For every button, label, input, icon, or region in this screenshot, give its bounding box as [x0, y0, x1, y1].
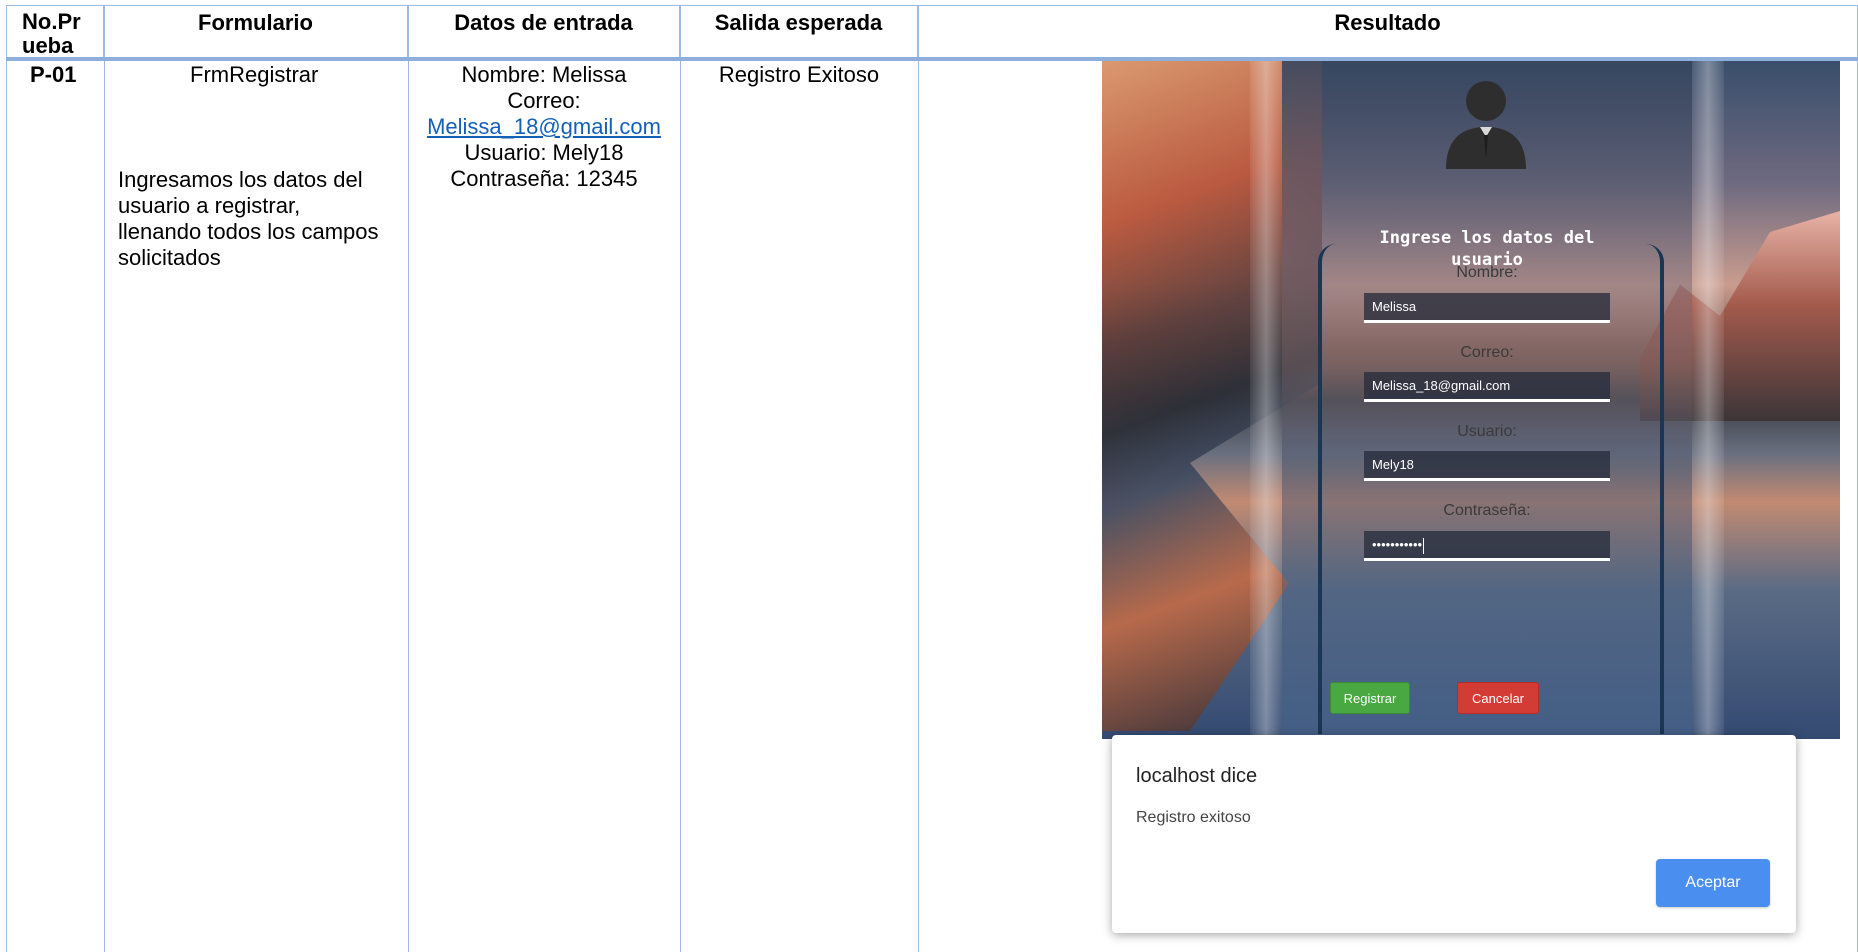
column-divider: [680, 5, 681, 952]
label-nombre: Nombre:: [1456, 264, 1518, 281]
contrasena-masked-value: •••••••••••: [1372, 537, 1423, 552]
form-title-line: Ingrese los datos del: [1379, 228, 1595, 248]
input-usuario: Usuario: Mely18: [464, 140, 624, 165]
header-datos-entrada: Datos de entrada: [408, 5, 680, 57]
input-nombre: Nombre: Melissa: [461, 62, 627, 87]
input-contrasena: Contraseña: 12345: [450, 166, 638, 191]
dialog-title: localhost dice: [1136, 765, 1258, 787]
registrar-button[interactable]: Registrar: [1330, 682, 1410, 714]
row-description-line: Ingresamos los datos del: [118, 167, 363, 192]
input-correo-link[interactable]: Melissa_18@gmail.com: [408, 114, 680, 140]
row-expected-output: Registro Exitoso: [718, 62, 880, 87]
dialog-message: Registro exitoso: [1136, 809, 1251, 826]
header-salida-esperada: Salida esperada: [680, 5, 918, 57]
contrasena-field[interactable]: •••••••••••: [1364, 531, 1610, 561]
label-contrasena: Contraseña:: [1443, 502, 1531, 519]
label-usuario: Usuario:: [1457, 423, 1517, 440]
header-no-prueba-text: No.Prueba: [22, 9, 81, 58]
cancelar-button[interactable]: Cancelar: [1457, 682, 1539, 714]
row-description-line: solicitados: [118, 245, 221, 270]
column-divider: [104, 5, 105, 952]
row-form-name: FrmRegistrar: [190, 62, 319, 87]
column-divider: [918, 5, 919, 952]
input-correo-label: Correo:: [507, 88, 581, 113]
usuario-field[interactable]: Mely18: [1364, 451, 1610, 481]
alert-dialog: localhost dice Registro exitoso Aceptar: [1112, 735, 1796, 933]
glass-pillar-right: [1692, 61, 1724, 739]
correo-field[interactable]: Melissa_18@gmail.com: [1364, 372, 1610, 402]
row-description-line: usuario a registrar,: [118, 193, 301, 218]
glass-pillar-left: [1250, 61, 1282, 739]
result-screenshot: Ingrese los datos del usuario Nombre: Me…: [1102, 61, 1840, 739]
row-description: Ingresamos los datos del usuario a regis…: [118, 167, 398, 271]
row-input-data: Nombre: Melissa Correo: Melissa_18@gmail…: [408, 62, 680, 192]
table-left-border: [6, 5, 7, 952]
header-resultado: Resultado: [918, 5, 1858, 57]
header-formulario: Formulario: [104, 5, 408, 57]
row-description-line: llenando todos los campos: [118, 219, 379, 244]
row-id: P-01: [30, 62, 77, 87]
header-no-prueba: No.Prueba: [6, 5, 104, 58]
label-correo: Correo:: [1460, 344, 1514, 361]
user-avatar-icon: [1446, 81, 1526, 169]
text-cursor: [1423, 537, 1425, 554]
aceptar-button[interactable]: Aceptar: [1656, 859, 1770, 907]
nombre-field[interactable]: Melissa: [1364, 293, 1610, 323]
